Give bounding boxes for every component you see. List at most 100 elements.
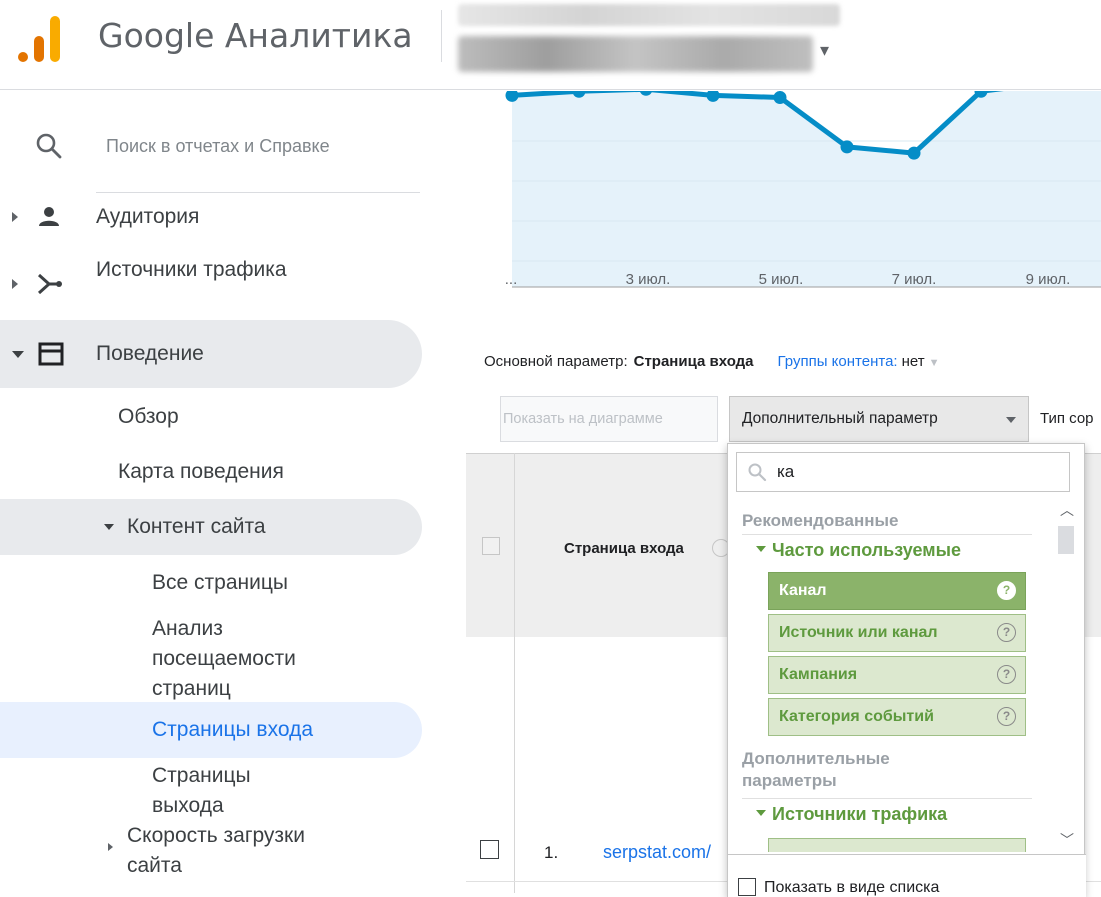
collapse-arrow-icon[interactable]: [12, 351, 24, 358]
dropdown-caret-icon: [1006, 417, 1016, 423]
secondary-dimension-label: Дополнительный параметр: [742, 410, 938, 427]
secondary-dimension-dropdown: Рекомендованные Часто используемые Канал…: [727, 443, 1086, 897]
sidebar-item-site-speed[interactable]: Скорость загрузки сайта: [0, 819, 440, 883]
sidebar-item-acquisition[interactable]: Источники трафика: [0, 251, 440, 315]
dimension-item-event-category[interactable]: Категория событий ?: [768, 698, 1026, 736]
section-divider: [742, 534, 1032, 535]
account-name-redacted[interactable]: [458, 4, 840, 26]
chart-data-point[interactable]: [773, 91, 787, 104]
sessions-line-chart[interactable]: ... 3 июл. 5 июл. 7 июл. 9 июл.: [466, 91, 1101, 306]
row-page-link[interactable]: serpstat.com/: [603, 842, 711, 863]
select-all-checkbox[interactable]: [482, 537, 500, 555]
help-icon[interactable]: ?: [997, 665, 1016, 684]
section-title: Рекомендованные: [742, 511, 899, 530]
dimension-item-channel[interactable]: Канал ?: [768, 572, 1026, 610]
dimension-item-label: Категория событий: [779, 708, 934, 725]
group-title[interactable]: Источники трафика: [756, 804, 947, 825]
expand-arrow-icon[interactable]: [12, 212, 18, 222]
acquisition-icon: [37, 273, 62, 295]
dimension-search-box: [736, 452, 1070, 492]
section-divider: [742, 798, 1032, 799]
app-header: Google Аналитика ▾: [0, 0, 1101, 90]
sidebar-item-exit-pages[interactable]: Страницы выхода: [0, 759, 440, 823]
chart-area-fill: [512, 91, 1101, 287]
chart-data-point[interactable]: [907, 146, 921, 160]
search-divider: [96, 192, 420, 193]
scroll-thumb[interactable]: [1058, 526, 1074, 554]
collapse-arrow-icon[interactable]: [104, 524, 114, 530]
column-header-landing-page[interactable]: Страница входа: [564, 540, 684, 557]
sidebar-item-landing-pages[interactable]: Страницы входа: [0, 702, 440, 758]
dimension-search-input[interactable]: [777, 459, 1057, 485]
sidebar-item-all-pages[interactable]: Все страницы: [0, 560, 440, 608]
chart-x-tick-label: 5 июл.: [759, 271, 804, 288]
collapse-arrow-icon: [756, 810, 766, 817]
dropdown-scrollbar[interactable]: ︿ ﹀: [1056, 500, 1076, 852]
scroll-up-icon[interactable]: ︿: [1060, 500, 1074, 520]
group-title[interactable]: Часто используемые: [756, 540, 961, 561]
chart-x-tick-label: 7 июл.: [892, 271, 937, 288]
sidebar-item-behavior[interactable]: Поведение: [0, 320, 440, 388]
sidebar-item-audience[interactable]: Аудитория: [0, 194, 440, 240]
person-icon: [39, 207, 59, 226]
content-groups-value[interactable]: нет: [902, 353, 925, 370]
sidebar-item-label: Все страницы: [152, 571, 288, 594]
sidebar-item-site-content[interactable]: Контент сайта: [0, 499, 440, 555]
sidebar-item-behavior-flow[interactable]: Карта поведения: [0, 448, 440, 498]
secondary-dimension-button[interactable]: Дополнительный параметр: [729, 396, 1029, 442]
expand-arrow-icon[interactable]: [108, 843, 113, 851]
help-icon[interactable]: ?: [997, 623, 1016, 642]
row-checkbox[interactable]: [480, 840, 499, 859]
primary-dimension-row: Основной параметр: Страница входа Группы к…: [484, 353, 939, 370]
dropdown-footer: Показать в виде списка: [728, 854, 1086, 897]
sidebar-item-label: Аудитория: [96, 205, 200, 228]
sidebar-item-label: Обзор: [118, 405, 179, 428]
content-groups-link[interactable]: Группы контента:: [778, 353, 898, 370]
chart-x-tick-label: 9 июл.: [1026, 271, 1071, 288]
sidebar: Аудитория Источники трафика Поведение Об…: [0, 91, 440, 897]
chart-data-point[interactable]: [840, 140, 854, 154]
property-view-selector-redacted[interactable]: [458, 36, 813, 72]
header-divider: [441, 10, 442, 62]
show-as-list-label[interactable]: Показать в виде списка: [764, 879, 939, 897]
sort-type-label[interactable]: Тип сор: [1040, 410, 1094, 427]
primary-dimension-value: Страница входа: [633, 353, 754, 370]
analytics-logo-icon[interactable]: [18, 14, 68, 64]
help-icon[interactable]: ?: [997, 581, 1016, 600]
expand-arrow-icon[interactable]: [12, 279, 18, 289]
account-selector-caret-icon[interactable]: ▾: [820, 40, 829, 61]
search-icon: [748, 463, 767, 482]
dimension-item-label: Источник или канал: [779, 624, 938, 641]
help-icon[interactable]: ?: [997, 707, 1016, 726]
primary-dimension-label: Основной параметр:: [484, 353, 628, 370]
behavior-icon: [38, 342, 64, 366]
sidebar-item-label: Источники трафика: [96, 258, 287, 281]
show-as-list-checkbox[interactable]: [738, 878, 756, 896]
scroll-down-icon[interactable]: ﹀: [1060, 830, 1074, 850]
app-title: Google Аналитика: [98, 16, 413, 55]
section-title: Дополнительные параметры: [742, 749, 890, 790]
dimension-list: Рекомендованные Часто используемые Канал…: [728, 500, 1086, 852]
dimension-item-label: Канал: [779, 582, 827, 599]
sidebar-item-label: Контент сайта: [127, 515, 266, 538]
content-groups-caret-icon[interactable]: ▼: [929, 357, 940, 369]
dimension-item-partial[interactable]: [768, 838, 1026, 852]
collapse-arrow-icon: [756, 546, 766, 553]
sidebar-item-label: Страницы входа: [152, 718, 313, 741]
column-divider: [514, 453, 515, 893]
sidebar-item-content-drilldown[interactable]: Анализ посещаемости страниц: [0, 611, 440, 705]
dimension-item-campaign[interactable]: Кампания ?: [768, 656, 1026, 694]
sidebar-item-label: Поведение: [96, 342, 204, 365]
chart-x-tick-label: 3 июл.: [626, 271, 671, 288]
row-index: 1.: [544, 843, 559, 862]
sidebar-item-label: Анализ посещаемости страниц: [152, 617, 296, 700]
chart-x-tick-label: ...: [505, 271, 518, 288]
sidebar-search-input[interactable]: [106, 133, 396, 159]
sidebar-item-overview[interactable]: Обзор: [0, 393, 440, 443]
dimension-item-label: Кампания: [779, 666, 858, 683]
dimension-item-source-medium[interactable]: Источник или канал ?: [768, 614, 1026, 652]
show-on-chart-button[interactable]: Показать на диаграмме: [500, 396, 718, 442]
sidebar-item-label: Страницы выхода: [152, 764, 251, 817]
sidebar-search: [0, 121, 440, 181]
search-icon[interactable]: [34, 131, 64, 161]
